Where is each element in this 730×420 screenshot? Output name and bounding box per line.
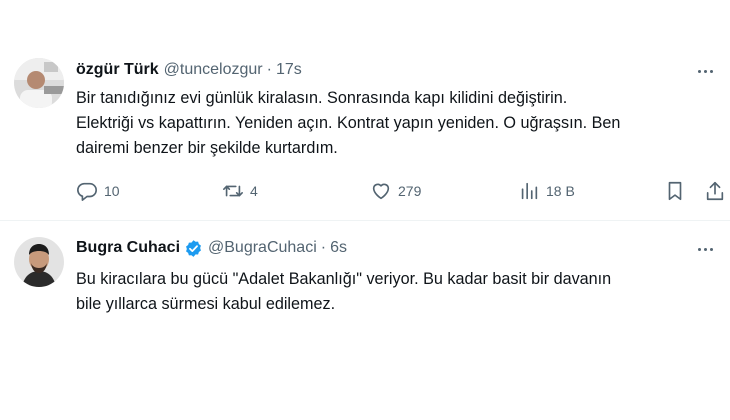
more-icon[interactable] bbox=[694, 61, 716, 81]
timestamp[interactable]: 17s bbox=[276, 60, 302, 80]
heart-icon bbox=[372, 183, 390, 200]
retweet-button[interactable]: 4 bbox=[222, 180, 258, 202]
views-count: 18 B bbox=[546, 183, 575, 199]
user-handle[interactable]: @BugraCuhaci bbox=[208, 238, 317, 258]
verified-badge-icon bbox=[184, 239, 203, 258]
share-button[interactable] bbox=[704, 180, 726, 202]
tweet-text: Bu kiracılara bu gücü "Adalet Bakanlığı"… bbox=[76, 270, 612, 313]
avatar-photo bbox=[14, 237, 64, 287]
like-button[interactable]: 279 bbox=[370, 180, 421, 202]
separator: · bbox=[266, 61, 272, 78]
reply-button[interactable]: 10 bbox=[76, 180, 120, 202]
reply-icon bbox=[77, 182, 97, 201]
tweet-1[interactable]: özgür Türk @tuncelozgur · 17s Bir tanıdı… bbox=[0, 0, 730, 220]
user-handle[interactable]: @tuncelozgur bbox=[164, 60, 263, 80]
display-name[interactable]: Bugra Cuhaci bbox=[76, 238, 180, 258]
tweet-text: Bir tanıdığınız evi günlük kiralasın. So… bbox=[76, 89, 621, 157]
action-bar: 10 4 279 18 B bbox=[76, 180, 726, 208]
views-button[interactable]: 18 B bbox=[518, 180, 575, 202]
retweet-icon bbox=[223, 185, 243, 197]
like-count: 279 bbox=[398, 183, 422, 199]
display-name[interactable]: özgür Türk bbox=[76, 60, 159, 80]
retweet-count: 4 bbox=[250, 183, 258, 199]
avatar[interactable] bbox=[14, 58, 64, 108]
timestamp[interactable]: 6s bbox=[330, 238, 347, 258]
share-icon bbox=[706, 181, 724, 201]
tweet-2[interactable]: Bugra Cuhaci @BugraCuhaci · 6s Bu kiracı… bbox=[0, 221, 730, 420]
views-icon bbox=[521, 182, 538, 200]
tweet-header: özgür Türk @tuncelozgur · 17s bbox=[76, 60, 302, 80]
avatar[interactable] bbox=[14, 237, 64, 287]
bookmark-button[interactable] bbox=[664, 180, 686, 202]
bookmark-icon bbox=[668, 181, 682, 201]
tweet-header: Bugra Cuhaci @BugraCuhaci · 6s bbox=[76, 238, 347, 258]
separator: · bbox=[320, 239, 327, 256]
reply-count: 10 bbox=[104, 183, 120, 199]
avatar-photo bbox=[14, 58, 64, 108]
more-icon[interactable] bbox=[694, 239, 716, 259]
